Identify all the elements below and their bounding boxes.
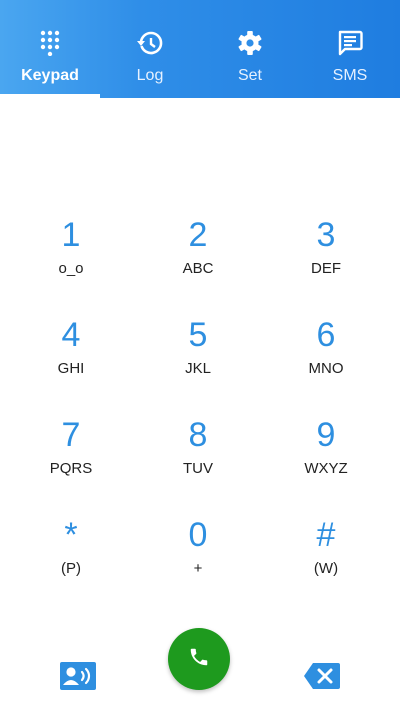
- key-letters: (P): [61, 560, 81, 577]
- key-letters: (W): [313, 560, 339, 577]
- key-letters: WXYZ: [304, 460, 348, 477]
- key-digit: 2: [188, 216, 208, 254]
- key-digit: *: [64, 516, 78, 554]
- history-icon: [137, 30, 163, 56]
- key-digit: #: [316, 516, 336, 554]
- key-letters: TUV: [183, 460, 213, 477]
- key-letters: ABC: [182, 260, 214, 277]
- backspace-icon: [304, 663, 340, 693]
- key-digit: 0: [188, 516, 208, 554]
- key-letters: GHI: [57, 360, 85, 377]
- key-digit: 9: [316, 416, 336, 454]
- call-button[interactable]: [168, 628, 230, 690]
- key-letters: DEF: [311, 260, 341, 277]
- key-digit: 1: [61, 216, 81, 254]
- tab-log[interactable]: Log: [100, 0, 200, 98]
- phone-icon: [188, 646, 210, 673]
- key-6[interactable]: 6 MNO: [276, 300, 376, 390]
- tab-label: Keypad: [21, 67, 79, 84]
- key-2[interactable]: 2 ABC: [148, 200, 248, 290]
- key-7[interactable]: 7 PQRS: [21, 400, 121, 490]
- key-3[interactable]: 3 DEF: [276, 200, 376, 290]
- key-letters: MNO: [308, 360, 344, 377]
- key-digit: 8: [188, 416, 208, 454]
- key-letters: +: [193, 560, 203, 577]
- key-1[interactable]: 1 o_o: [21, 200, 121, 290]
- tab-keypad[interactable]: Keypad: [0, 0, 100, 98]
- key-digit: 4: [61, 316, 81, 354]
- key-9[interactable]: 9 WXYZ: [276, 400, 376, 490]
- key-digit: 6: [316, 316, 336, 354]
- backspace-button[interactable]: [304, 663, 340, 694]
- key-letters: JKL: [185, 360, 211, 377]
- tab-sms[interactable]: SMS: [300, 0, 400, 98]
- key-8[interactable]: 8 TUV: [148, 400, 248, 490]
- key-5[interactable]: 5 JKL: [148, 300, 248, 390]
- key-digit: 3: [316, 216, 336, 254]
- dialpad-icon: [37, 30, 63, 56]
- tab-label: Set: [237, 67, 262, 84]
- active-tab-indicator: [0, 94, 100, 98]
- key-hash[interactable]: # (W): [276, 500, 376, 590]
- key-star[interactable]: * (P): [21, 500, 121, 590]
- top-tab-bar: Keypad Log Set SMS: [0, 0, 400, 98]
- contacts-icon: [60, 662, 96, 694]
- gear-icon: [237, 30, 263, 56]
- key-4[interactable]: 4 GHI: [21, 300, 121, 390]
- contacts-button[interactable]: [60, 662, 96, 695]
- key-digit: 5: [188, 316, 208, 354]
- key-digit: 7: [61, 416, 81, 454]
- tab-label: SMS: [332, 67, 368, 84]
- message-icon: [337, 30, 363, 56]
- key-letters: o_o: [58, 260, 84, 277]
- tab-label: Log: [136, 67, 164, 84]
- tab-set[interactable]: Set: [200, 0, 300, 98]
- key-letters: PQRS: [49, 460, 93, 477]
- key-0[interactable]: 0 +: [148, 500, 248, 590]
